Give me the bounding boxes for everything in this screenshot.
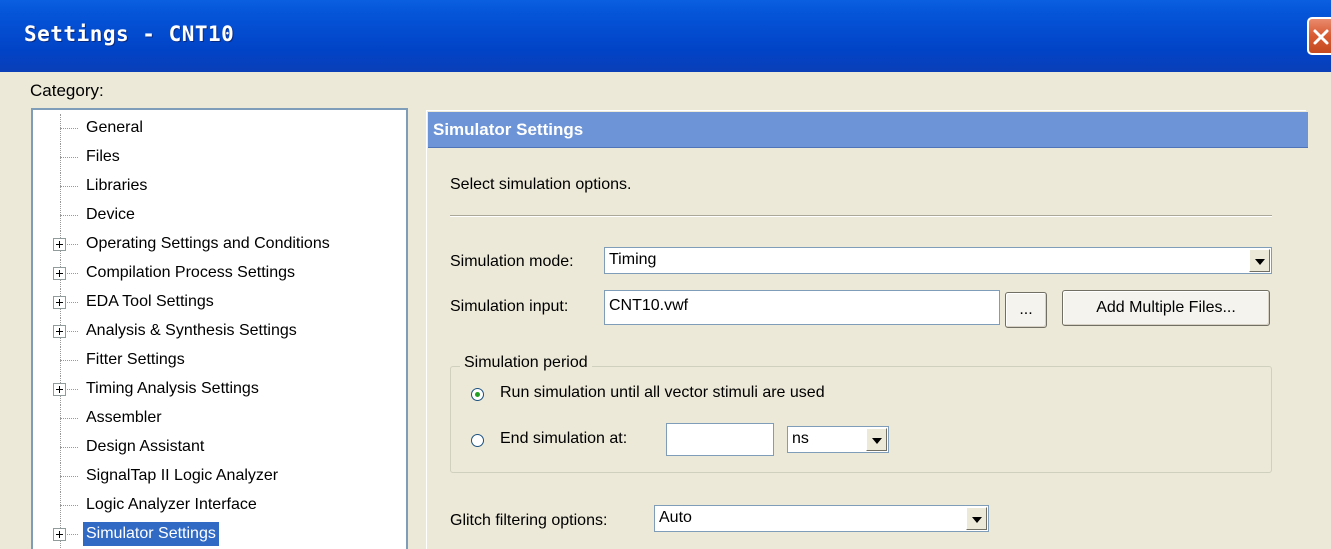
panel-description: Select simulation options. bbox=[450, 176, 632, 193]
tree-item-eda-tool-settings[interactable]: EDA Tool Settings bbox=[33, 288, 403, 316]
expand-plus-icon[interactable] bbox=[53, 325, 66, 338]
tree-item-signaltap-ii-logic-analyzer[interactable]: SignalTap II Logic Analyzer bbox=[33, 462, 403, 490]
end-time-input[interactable] bbox=[666, 423, 774, 456]
add-multiple-files-button[interactable]: Add Multiple Files... bbox=[1062, 290, 1270, 326]
glitch-filtering-select[interactable]: Auto bbox=[654, 505, 989, 532]
window-title: Settings - CNT10 bbox=[24, 22, 235, 46]
tree-item-device[interactable]: Device bbox=[33, 201, 403, 229]
tree-item-design-assistant[interactable]: Design Assistant bbox=[33, 433, 403, 461]
tree-item-label: SignalTap II Logic Analyzer bbox=[86, 467, 279, 484]
tree-item-files[interactable]: Files bbox=[33, 143, 403, 171]
tree-item-libraries[interactable]: Libraries bbox=[33, 172, 403, 200]
run-all-label: Run simulation until all vector stimuli … bbox=[500, 384, 825, 401]
tree-item-label: Logic Analyzer Interface bbox=[86, 496, 257, 513]
tree-item-label: Operating Settings and Conditions bbox=[86, 235, 330, 252]
close-button[interactable] bbox=[1307, 17, 1331, 55]
simulation-input-field[interactable]: CNT10.vwf bbox=[604, 290, 1000, 325]
tree-connector bbox=[60, 157, 78, 158]
tree-item-label: Fitter Settings bbox=[86, 351, 185, 368]
tree-item-label: Analysis & Synthesis Settings bbox=[86, 322, 297, 339]
glitch-filtering-value: Auto bbox=[659, 509, 692, 526]
close-icon bbox=[1313, 29, 1329, 45]
tree-item-label: Compilation Process Settings bbox=[86, 264, 295, 281]
chevron-down-icon[interactable] bbox=[1249, 249, 1270, 272]
tree-connector bbox=[60, 505, 78, 506]
tree-connector bbox=[60, 215, 78, 216]
simulation-period-group bbox=[450, 366, 1272, 473]
time-unit-select[interactable]: ns bbox=[787, 426, 889, 453]
simulation-mode-label: Simulation mode: bbox=[450, 253, 574, 270]
browse-button[interactable]: ... bbox=[1005, 292, 1047, 328]
tree-item-analysis-synthesis-settings[interactable]: Analysis & Synthesis Settings bbox=[33, 317, 403, 345]
tree-connector bbox=[60, 447, 78, 448]
tree-item-assembler[interactable]: Assembler bbox=[33, 404, 403, 432]
tree-connector bbox=[60, 476, 78, 477]
glitch-filtering-label: Glitch filtering options: bbox=[450, 512, 608, 529]
section-title: Simulator Settings bbox=[433, 120, 584, 139]
expand-plus-icon[interactable] bbox=[53, 267, 66, 280]
tree-connector bbox=[60, 360, 78, 361]
simulation-mode-select[interactable]: Timing bbox=[604, 247, 1272, 274]
end-at-radio[interactable] bbox=[471, 434, 484, 447]
simulation-input-label: Simulation input: bbox=[450, 298, 569, 315]
tree-item-logic-analyzer-interface[interactable]: Logic Analyzer Interface bbox=[33, 491, 403, 519]
section-header: Simulator Settings bbox=[428, 112, 1308, 148]
tree-connector bbox=[60, 128, 78, 129]
tree-item-fitter-settings[interactable]: Fitter Settings bbox=[33, 346, 403, 374]
chevron-down-icon[interactable] bbox=[966, 507, 987, 530]
simulation-input-value: CNT10.vwf bbox=[609, 297, 689, 314]
title-bar: Settings - CNT10 bbox=[0, 0, 1331, 72]
tree-item-label: Files bbox=[86, 148, 120, 165]
tree-item-label: General bbox=[86, 119, 143, 136]
time-unit-value: ns bbox=[792, 430, 809, 447]
simulation-mode-value: Timing bbox=[609, 251, 657, 268]
expand-plus-icon[interactable] bbox=[53, 383, 66, 396]
tree-item-label: EDA Tool Settings bbox=[86, 293, 214, 310]
category-label: Category: bbox=[30, 81, 104, 100]
tree-connector bbox=[60, 186, 78, 187]
tree-item-general[interactable]: General bbox=[33, 114, 403, 142]
tree-item-simulator-settings[interactable]: Simulator Settings bbox=[33, 520, 403, 548]
tree-item-label: Assembler bbox=[86, 409, 162, 426]
tree-item-label: Design Assistant bbox=[86, 438, 205, 455]
expand-plus-icon[interactable] bbox=[53, 238, 66, 251]
simulation-period-title: Simulation period bbox=[460, 354, 592, 372]
tree-item-compilation-process-settings[interactable]: Compilation Process Settings bbox=[33, 259, 403, 287]
end-at-label: End simulation at: bbox=[500, 430, 628, 447]
category-tree[interactable]: General Files Libraries Device Operating Set… bbox=[31, 108, 408, 549]
chevron-down-icon[interactable] bbox=[866, 428, 887, 451]
tree-item-timing-analysis-settings[interactable]: Timing Analysis Settings bbox=[33, 375, 403, 403]
expand-plus-icon[interactable] bbox=[53, 528, 66, 541]
tree-item-operating-settings-and-conditions[interactable]: Operating Settings and Conditions bbox=[33, 230, 403, 258]
expand-plus-icon[interactable] bbox=[53, 296, 66, 309]
separator bbox=[450, 215, 1272, 217]
tree-connector bbox=[60, 418, 78, 419]
tree-item-label: Timing Analysis Settings bbox=[86, 380, 259, 397]
tree-item-label: Device bbox=[86, 206, 135, 223]
tree-item-label: Simulator Settings bbox=[83, 522, 219, 546]
tree-item-label: Libraries bbox=[86, 177, 148, 194]
run-all-radio[interactable] bbox=[471, 388, 484, 401]
